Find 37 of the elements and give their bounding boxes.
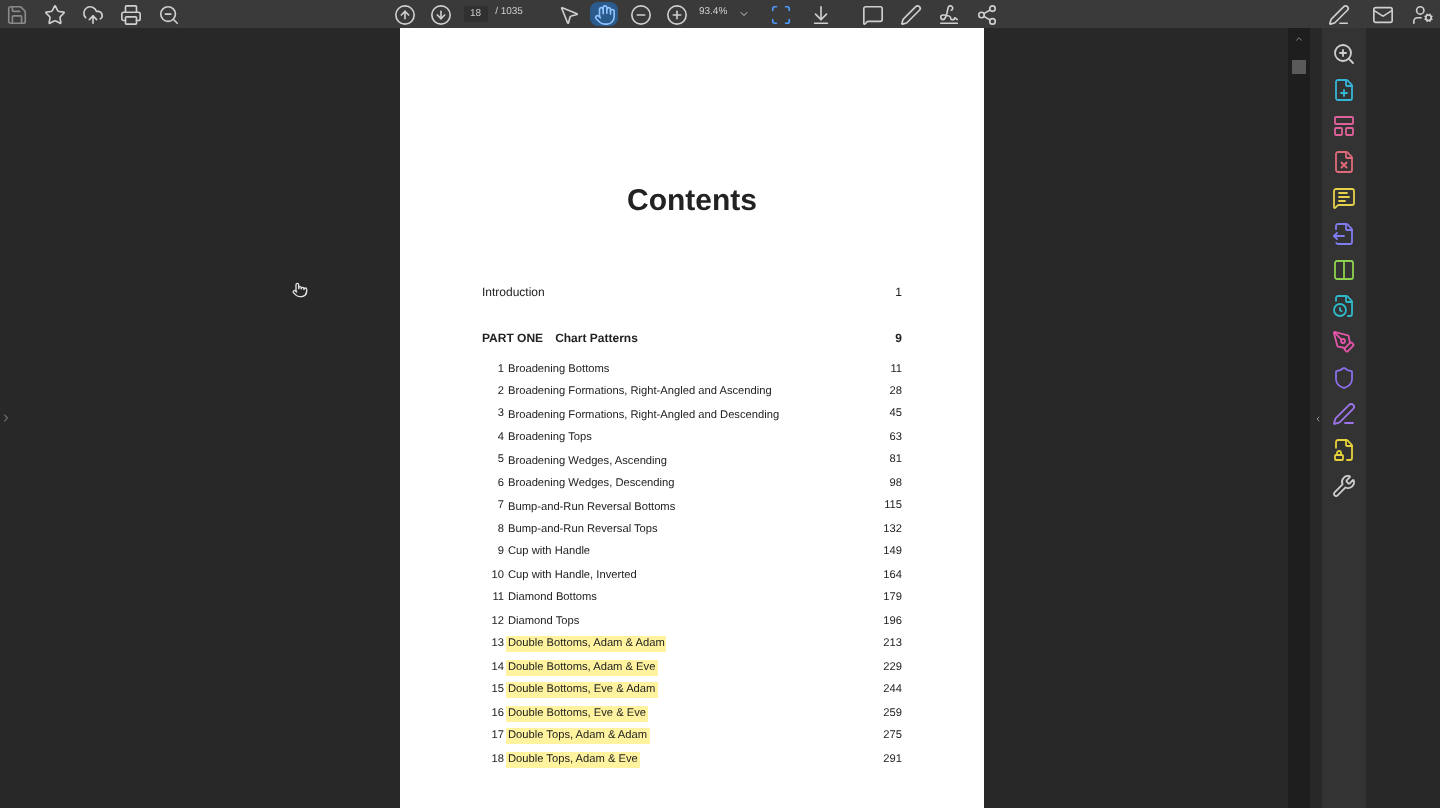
print-icon[interactable]	[116, 2, 144, 26]
hand-cursor-icon	[292, 282, 308, 298]
previous-page-icon[interactable]	[390, 2, 418, 26]
file-lock-icon[interactable]	[1330, 436, 1358, 464]
fit-page-icon[interactable]	[767, 2, 796, 26]
pen-line-icon[interactable]	[1330, 400, 1358, 428]
scrollbar-thumb[interactable]	[1292, 60, 1306, 74]
zoom-in-icon[interactable]	[662, 2, 691, 26]
pen-icon[interactable]	[897, 2, 926, 26]
file-output-icon[interactable]	[1330, 220, 1358, 248]
search-icon[interactable]	[1330, 40, 1358, 68]
comment-icon[interactable]	[1330, 184, 1358, 212]
user-settings-icon[interactable]	[1408, 2, 1436, 26]
caret-icon[interactable]	[737, 8, 750, 20]
next-page-icon[interactable]	[426, 2, 454, 26]
layout-icon[interactable]	[1330, 112, 1358, 140]
sign-icon[interactable]	[1324, 2, 1352, 26]
wrench-icon[interactable]	[1330, 472, 1358, 500]
signature-icon[interactable]	[935, 2, 964, 26]
file-x-icon[interactable]	[1330, 148, 1358, 176]
contents-title: Contents	[625, 184, 759, 220]
shield-icon[interactable]	[1330, 364, 1358, 392]
star-icon[interactable]	[40, 2, 68, 26]
pen-icon[interactable]	[1330, 328, 1358, 356]
upload-icon[interactable]	[78, 2, 106, 26]
columns-icon[interactable]	[1330, 256, 1358, 284]
share-icon[interactable]	[973, 2, 1002, 26]
save-icon[interactable]	[2, 2, 30, 26]
file-clock-icon[interactable]	[1330, 292, 1358, 320]
scroll-up-icon[interactable]	[1294, 34, 1304, 44]
file-plus-icon[interactable]	[1330, 76, 1358, 104]
mail-icon[interactable]	[1368, 2, 1396, 26]
zoom-out-icon[interactable]	[626, 2, 655, 26]
hand-icon[interactable]	[590, 2, 619, 26]
zoom-out-icon[interactable]	[154, 2, 182, 26]
comment-icon[interactable]	[859, 2, 888, 26]
expand-icon[interactable]	[0, 412, 12, 424]
